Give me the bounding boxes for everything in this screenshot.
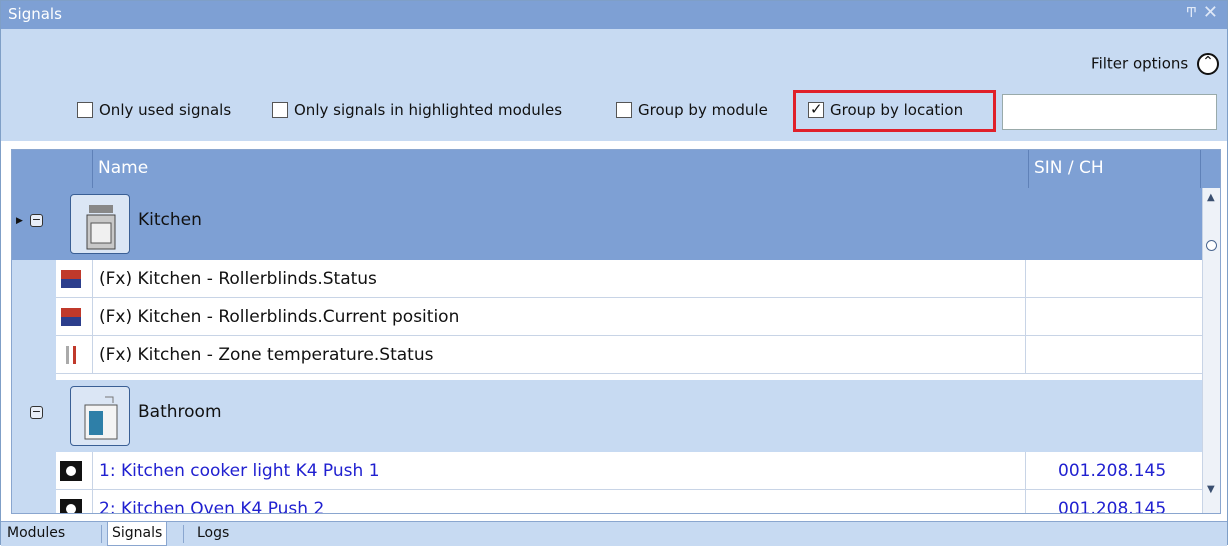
table-row[interactable]: (Fx) Kitchen - Rollerblinds.Current posi… — [56, 298, 1202, 336]
table-row[interactable]: 1: Kitchen cooker light K4 Push 1 001.20… — [56, 452, 1202, 490]
column-header-sin[interactable]: SIN / CH — [1034, 158, 1104, 178]
search-input[interactable] — [1002, 94, 1217, 130]
table-row[interactable]: 2: Kitchen Oven K4 Push 2 001.208.145 — [56, 490, 1202, 514]
signal-name: (Fx) Kitchen - Rollerblinds.Current posi… — [99, 307, 460, 327]
cell-divider — [1025, 490, 1026, 513]
checkbox-label: Only signals in highlighted modules — [294, 101, 563, 119]
checkbox-box[interactable] — [616, 102, 632, 118]
rollerblind-icon — [61, 308, 81, 326]
cell-divider — [1025, 260, 1026, 298]
group-by-module-checkbox[interactable]: Group by module — [616, 99, 768, 121]
signal-name: (Fx) Kitchen - Rollerblinds.Status — [99, 269, 377, 289]
cell-divider — [1025, 336, 1026, 374]
cell-divider — [92, 490, 93, 513]
signal-sin: 001.208.145 — [1058, 499, 1167, 514]
cell-divider — [1025, 452, 1026, 490]
grid-header: Name SIN / CH — [12, 150, 1220, 188]
collapse-icon[interactable]: − — [30, 406, 43, 419]
kitchen-icon — [70, 194, 130, 254]
signals-panel: Signals Ͳ ✕ Filter options ⌃ Only used s… — [0, 0, 1228, 546]
checkbox-label: Group by location — [830, 101, 964, 119]
group-row-bathroom[interactable]: − Bathroom — [12, 380, 1202, 452]
signal-name: 1: Kitchen cooker light K4 Push 1 — [99, 461, 380, 481]
tab-logs[interactable]: Logs — [197, 525, 229, 541]
collapse-icon[interactable]: − — [30, 214, 43, 227]
signal-sin: 001.208.145 — [1058, 461, 1167, 481]
cell-divider — [92, 452, 93, 490]
cell-divider — [1025, 298, 1026, 336]
cell-divider — [92, 336, 93, 374]
checkbox-label: Only used signals — [99, 101, 232, 119]
bottom-tabs: Modules Signals Logs — [1, 521, 1227, 546]
panel-titlebar: Signals Ͳ ✕ — [1, 1, 1227, 29]
tab-modules[interactable]: Modules — [7, 525, 65, 541]
table-row[interactable]: (Fx) Kitchen - Rollerblinds.Status — [56, 260, 1202, 298]
group-row-kitchen[interactable]: ▶ − Kitchen — [12, 188, 1202, 260]
bathroom-icon — [70, 386, 130, 446]
tab-signals[interactable]: Signals — [107, 522, 168, 546]
cell-divider — [92, 260, 93, 298]
column-header-name[interactable]: Name — [98, 158, 148, 178]
vertical-scrollbar[interactable]: ▲ ▼ — [1202, 188, 1220, 513]
checkbox-box[interactable] — [77, 102, 93, 118]
group-label: Kitchen — [138, 210, 202, 230]
group-label: Bathroom — [138, 402, 222, 422]
only-used-signals-checkbox[interactable]: Only used signals — [77, 99, 231, 121]
checkbox-label: Group by module — [638, 101, 768, 119]
filter-options-label: Filter options — [1091, 54, 1189, 73]
scroll-down-icon[interactable]: ▼ — [1207, 484, 1215, 495]
group-by-location-checkbox[interactable]: Group by location — [808, 99, 963, 121]
row-selector-icon: ▶ — [16, 216, 23, 226]
checkbox-box[interactable] — [808, 100, 824, 118]
scroll-up-icon[interactable]: ▲ — [1207, 192, 1215, 203]
rollerblind-icon — [61, 270, 81, 288]
filter-options-toggle[interactable]: Filter options ⌃ — [1091, 53, 1219, 75]
scroll-thumb[interactable] — [1206, 240, 1217, 251]
tab-divider — [183, 525, 184, 543]
tab-divider — [101, 525, 102, 543]
table-row[interactable]: (Fx) Kitchen - Zone temperature.Status — [56, 336, 1202, 374]
column-divider — [1028, 150, 1029, 188]
column-divider — [92, 150, 93, 188]
close-icon[interactable]: ✕ — [1203, 2, 1218, 23]
signals-grid: Name SIN / CH ▶ − Kitchen (Fx) Kitchen -… — [11, 149, 1221, 514]
panel-title: Signals — [8, 5, 62, 23]
checkbox-box[interactable] — [272, 102, 288, 118]
thermometer-icon — [66, 346, 76, 364]
signal-name: 2: Kitchen Oven K4 Push 2 — [99, 499, 325, 514]
chevron-up-icon[interactable]: ⌃ — [1197, 53, 1219, 75]
column-divider — [1200, 150, 1201, 188]
push-button-icon — [60, 461, 82, 481]
push-button-icon — [60, 499, 82, 513]
cell-divider — [92, 298, 93, 336]
pin-icon[interactable]: Ͳ — [1186, 6, 1197, 21]
signal-name: (Fx) Kitchen - Zone temperature.Status — [99, 345, 434, 365]
only-highlighted-checkbox[interactable]: Only signals in highlighted modules — [272, 99, 562, 121]
